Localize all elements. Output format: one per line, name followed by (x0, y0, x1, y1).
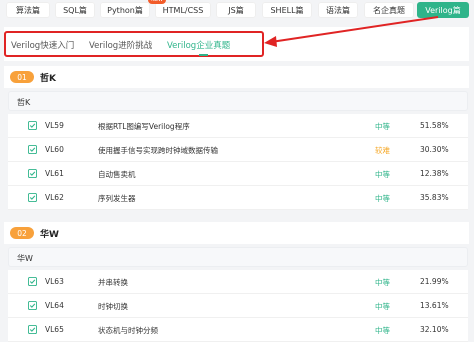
problem-title[interactable]: 时钟切换 (98, 301, 128, 312)
tab-verilog-enterprise[interactable]: Verilog企业真题 (167, 39, 230, 51)
pass-rate: 32.10% (420, 325, 449, 334)
difficulty-label: 中等 (375, 278, 390, 287)
table-row[interactable]: VL60 使用握手信号实现跨时钟域数据传输 较难 30.30% (8, 138, 468, 162)
pass-rate: 51.58% (420, 121, 449, 130)
section-header: 02 华W (4, 222, 469, 244)
solved-check-icon (28, 277, 37, 286)
solved-check-icon (28, 121, 37, 130)
solved-check-icon (28, 145, 37, 154)
problem-title[interactable]: 状态机与时钟分频 (98, 325, 158, 336)
company-group-label: 哲K (17, 98, 31, 107)
section-title: 哲K (40, 74, 56, 84)
problem-title[interactable]: 根据RTL图编写Verilog程序 (98, 121, 190, 132)
category-0[interactable]: 算法篇 (6, 2, 50, 18)
problem-title[interactable]: 并串转换 (98, 277, 128, 288)
problem-code: VL62 (45, 193, 64, 202)
pass-rate: 12.38% (420, 169, 449, 178)
pass-rate: 21.99% (420, 277, 449, 286)
difficulty-label: 中等 (375, 122, 390, 131)
table-row[interactable]: VL65 状态机与时钟分频 中等 32.10% (8, 318, 468, 342)
company-group-label: 华W (17, 254, 33, 263)
solved-check-icon (28, 193, 37, 202)
section-number: 02 (10, 227, 34, 239)
difficulty-label: 较难 (375, 146, 390, 155)
problem-title[interactable]: 序列发生器 (98, 193, 136, 204)
category-7[interactable]: 名企真题 (364, 2, 414, 18)
table-row[interactable]: VL62 序列发生器 中等 35.83% (8, 186, 468, 210)
problem-code: VL63 (45, 277, 64, 286)
section-header: 01 哲K (4, 66, 469, 88)
table-row[interactable]: VL63 并串转换 中等 21.99% (8, 270, 468, 294)
problem-code: VL61 (45, 169, 64, 178)
new-badge: NEW (148, 0, 166, 4)
pass-rate: 35.83% (420, 193, 449, 202)
category-bar: 算法篇 SQL篇 Python篇 HTML/CSS JS篇 SHELL篇 语法篇 名企真题 Ve… (0, 0, 474, 22)
problem-code: VL59 (45, 121, 64, 130)
problem-title[interactable]: 自动售卖机 (98, 169, 136, 180)
company-group-header[interactable]: 华W (8, 247, 468, 267)
problem-code: VL64 (45, 301, 64, 310)
tab-verilog-quickstart[interactable]: Verilog快速入门 (11, 39, 74, 51)
difficulty-label: 中等 (375, 194, 390, 203)
table-row[interactable]: VL59 根据RTL图编写Verilog程序 中等 51.58% (8, 114, 468, 138)
section-number: 01 (10, 71, 34, 83)
category-5[interactable]: SHELL篇 (262, 2, 312, 18)
category-4[interactable]: JS篇 (216, 2, 256, 18)
category-8[interactable]: Verilog篇 (417, 2, 469, 18)
table-row[interactable]: VL64 时钟切换 中等 13.61% (8, 294, 468, 318)
tab-bar-highlight: Verilog快速入门 Verilog进阶挑战 Verilog企业真题 (4, 31, 264, 57)
problem-title[interactable]: 使用握手信号实现跨时钟域数据传输 (98, 145, 218, 156)
problem-code: VL60 (45, 145, 64, 154)
solved-check-icon (28, 301, 37, 310)
category-6[interactable]: 语法篇 (318, 2, 358, 18)
pass-rate: 13.61% (420, 301, 449, 310)
difficulty-label: 中等 (375, 170, 390, 179)
tab-verilog-advanced[interactable]: Verilog进阶挑战 (89, 39, 152, 51)
category-2[interactable]: Python篇 (100, 2, 150, 18)
active-tab-underline (199, 54, 208, 56)
category-1[interactable]: SQL篇 (55, 2, 95, 18)
section-title: 华W (40, 230, 59, 240)
category-3[interactable]: HTML/CSS (155, 2, 211, 18)
difficulty-label: 中等 (375, 326, 390, 335)
difficulty-label: 中等 (375, 302, 390, 311)
pass-rate: 30.30% (420, 145, 449, 154)
company-group-header[interactable]: 哲K (8, 91, 468, 111)
problem-code: VL65 (45, 325, 64, 334)
solved-check-icon (28, 169, 37, 178)
solved-check-icon (28, 325, 37, 334)
table-row[interactable]: VL61 自动售卖机 中等 12.38% (8, 162, 468, 186)
